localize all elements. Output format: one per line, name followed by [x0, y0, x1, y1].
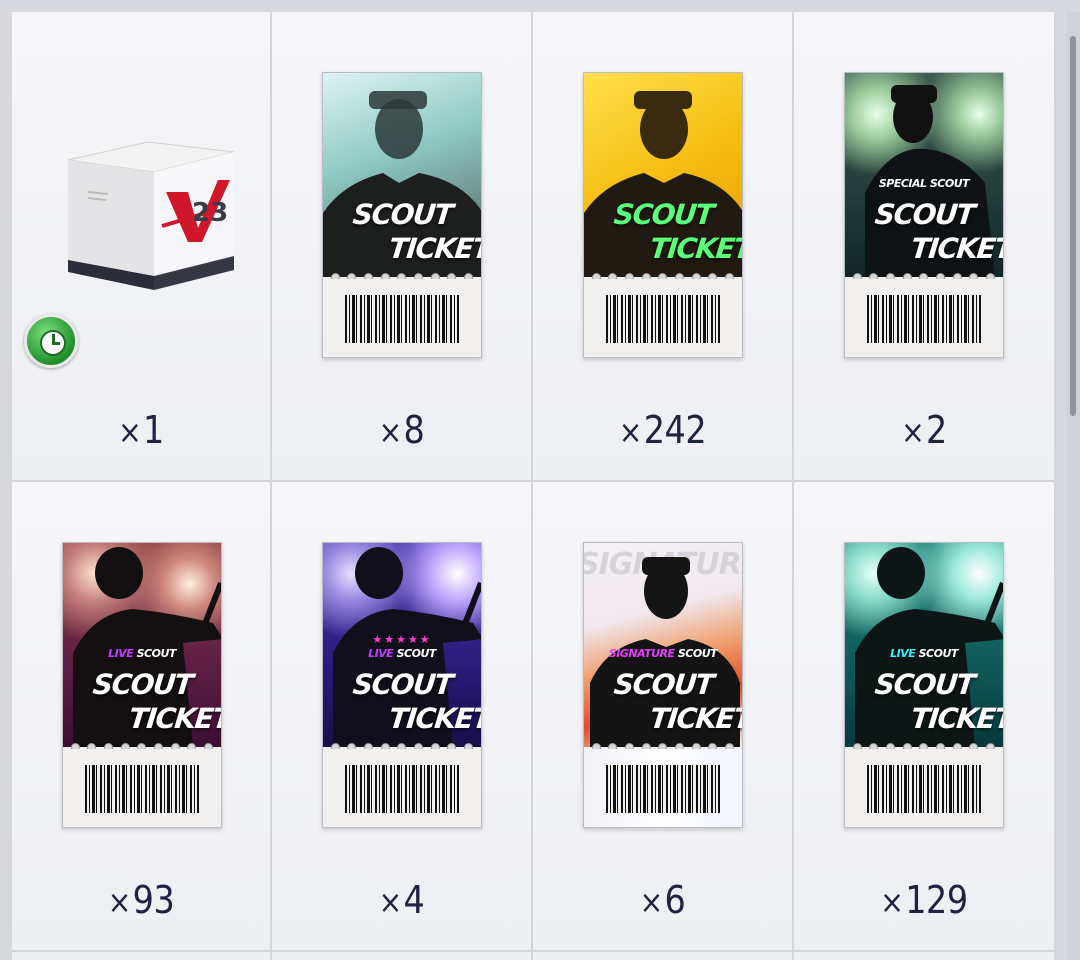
ticket-art: ★★★★★ LIVE SCOUT SCOUT TICKET	[323, 543, 481, 747]
item-count: ×2	[901, 408, 947, 452]
clock-icon	[24, 314, 78, 368]
inventory-item-special-scout-ticket[interactable]: SPECIAL SCOUT SCOUT TICKET ×2	[794, 12, 1056, 482]
scout-ticket-card: LIVE SCOUT SCOUT TICKET	[844, 542, 1004, 828]
ticket-subtitle: LIVE SCOUT	[108, 647, 176, 660]
ticket-title-1: SCOUT	[873, 668, 976, 701]
inventory-item-scout-ticket[interactable]: SCOUT TICKET ×8	[272, 12, 533, 482]
ticket-title-1: SCOUT	[91, 668, 194, 701]
inventory-item-signature-scout-ticket[interactable]: SIGNATURE SIGNATURE SCOUT SCOUT TICKET ×…	[533, 482, 794, 952]
scout-ticket-card: SPECIAL SCOUT SCOUT TICKET	[844, 72, 1004, 358]
ticket-title-1: SCOUT	[612, 198, 715, 231]
scrollbar-thumb[interactable]	[1070, 36, 1076, 416]
star-rating: ★★★★★	[372, 634, 432, 646]
item-count: ×242	[618, 408, 707, 452]
barcode	[345, 765, 459, 813]
barcode	[867, 295, 981, 343]
ticket-subtitle: LIVE SCOUT	[890, 647, 958, 660]
box-number: 23	[192, 198, 229, 228]
item-count: ×93	[107, 878, 175, 922]
item-count: ×1	[118, 408, 164, 452]
ticket-title-2: TICKET	[127, 702, 221, 735]
scrollbar[interactable]	[1066, 12, 1080, 960]
scout-ticket-card: ★★★★★ LIVE SCOUT SCOUT TICKET	[322, 542, 482, 828]
item-count: ×4	[378, 878, 425, 922]
ticket-title-2: TICKET	[909, 232, 1003, 265]
inventory-item-partial[interactable]	[272, 952, 533, 960]
inventory-item-box[interactable]: 23 ×1	[12, 12, 272, 482]
ticket-title-1: SCOUT	[351, 668, 454, 701]
item-count: ×6	[639, 878, 686, 922]
ticket-art: LIVE SCOUT SCOUT TICKET	[845, 543, 1003, 747]
item-count: ×129	[880, 878, 968, 922]
ticket-title-1: SCOUT	[873, 198, 976, 231]
barcode	[606, 765, 720, 813]
ticket-subtitle: LIVE SCOUT	[368, 647, 436, 660]
inventory-item-live-scout-ticket-5star[interactable]: ★★★★★ LIVE SCOUT SCOUT TICKET ×4	[272, 482, 533, 952]
ticket-art: SCOUT TICKET	[323, 73, 481, 277]
barcode	[345, 295, 459, 343]
ticket-art: SCOUT TICKET	[584, 73, 742, 277]
inventory-item-partial[interactable]	[533, 952, 794, 960]
ticket-title-1: SCOUT	[351, 198, 454, 231]
ticket-title-2: TICKET	[387, 232, 481, 265]
ticket-title-2: TICKET	[648, 702, 742, 735]
ticket-title-2: TICKET	[909, 702, 1003, 735]
barcode	[606, 295, 720, 343]
ticket-title-2: TICKET	[648, 232, 742, 265]
barcode	[85, 765, 199, 813]
inventory-item-live-scout-ticket[interactable]: LIVE SCOUT SCOUT TICKET ×93	[12, 482, 272, 952]
inventory-grid: 23 ×1 SCOUT TICKET ×8 SCOUT TICKET ×242 …	[12, 12, 1056, 960]
scout-ticket-card: SIGNATURE SIGNATURE SCOUT SCOUT TICKET	[583, 542, 743, 828]
inventory-item-partial[interactable]	[12, 952, 272, 960]
ticket-art: SPECIAL SCOUT SCOUT TICKET	[845, 73, 1003, 277]
inventory-item-live-scout-ticket-green[interactable]: LIVE SCOUT SCOUT TICKET ×129	[794, 482, 1056, 952]
scout-ticket-card: SCOUT TICKET	[583, 72, 743, 358]
ticket-title-1: SCOUT	[612, 668, 715, 701]
barcode	[867, 765, 981, 813]
ticket-subtitle: SIGNATURE SCOUT	[608, 647, 718, 660]
inventory-item-scout-ticket-gold[interactable]: SCOUT TICKET ×242	[533, 12, 794, 482]
ticket-subtitle: SPECIAL SCOUT	[878, 177, 970, 190]
ticket-art: LIVE SCOUT SCOUT TICKET	[63, 543, 221, 747]
scout-ticket-card: LIVE SCOUT SCOUT TICKET	[62, 542, 222, 828]
inventory-item-partial[interactable]	[794, 952, 1056, 960]
scout-ticket-card: SCOUT TICKET	[322, 72, 482, 358]
ticket-art: SIGNATURE SIGNATURE SCOUT SCOUT TICKET	[584, 543, 742, 747]
ticket-title-2: TICKET	[387, 702, 481, 735]
item-count: ×8	[378, 408, 425, 452]
